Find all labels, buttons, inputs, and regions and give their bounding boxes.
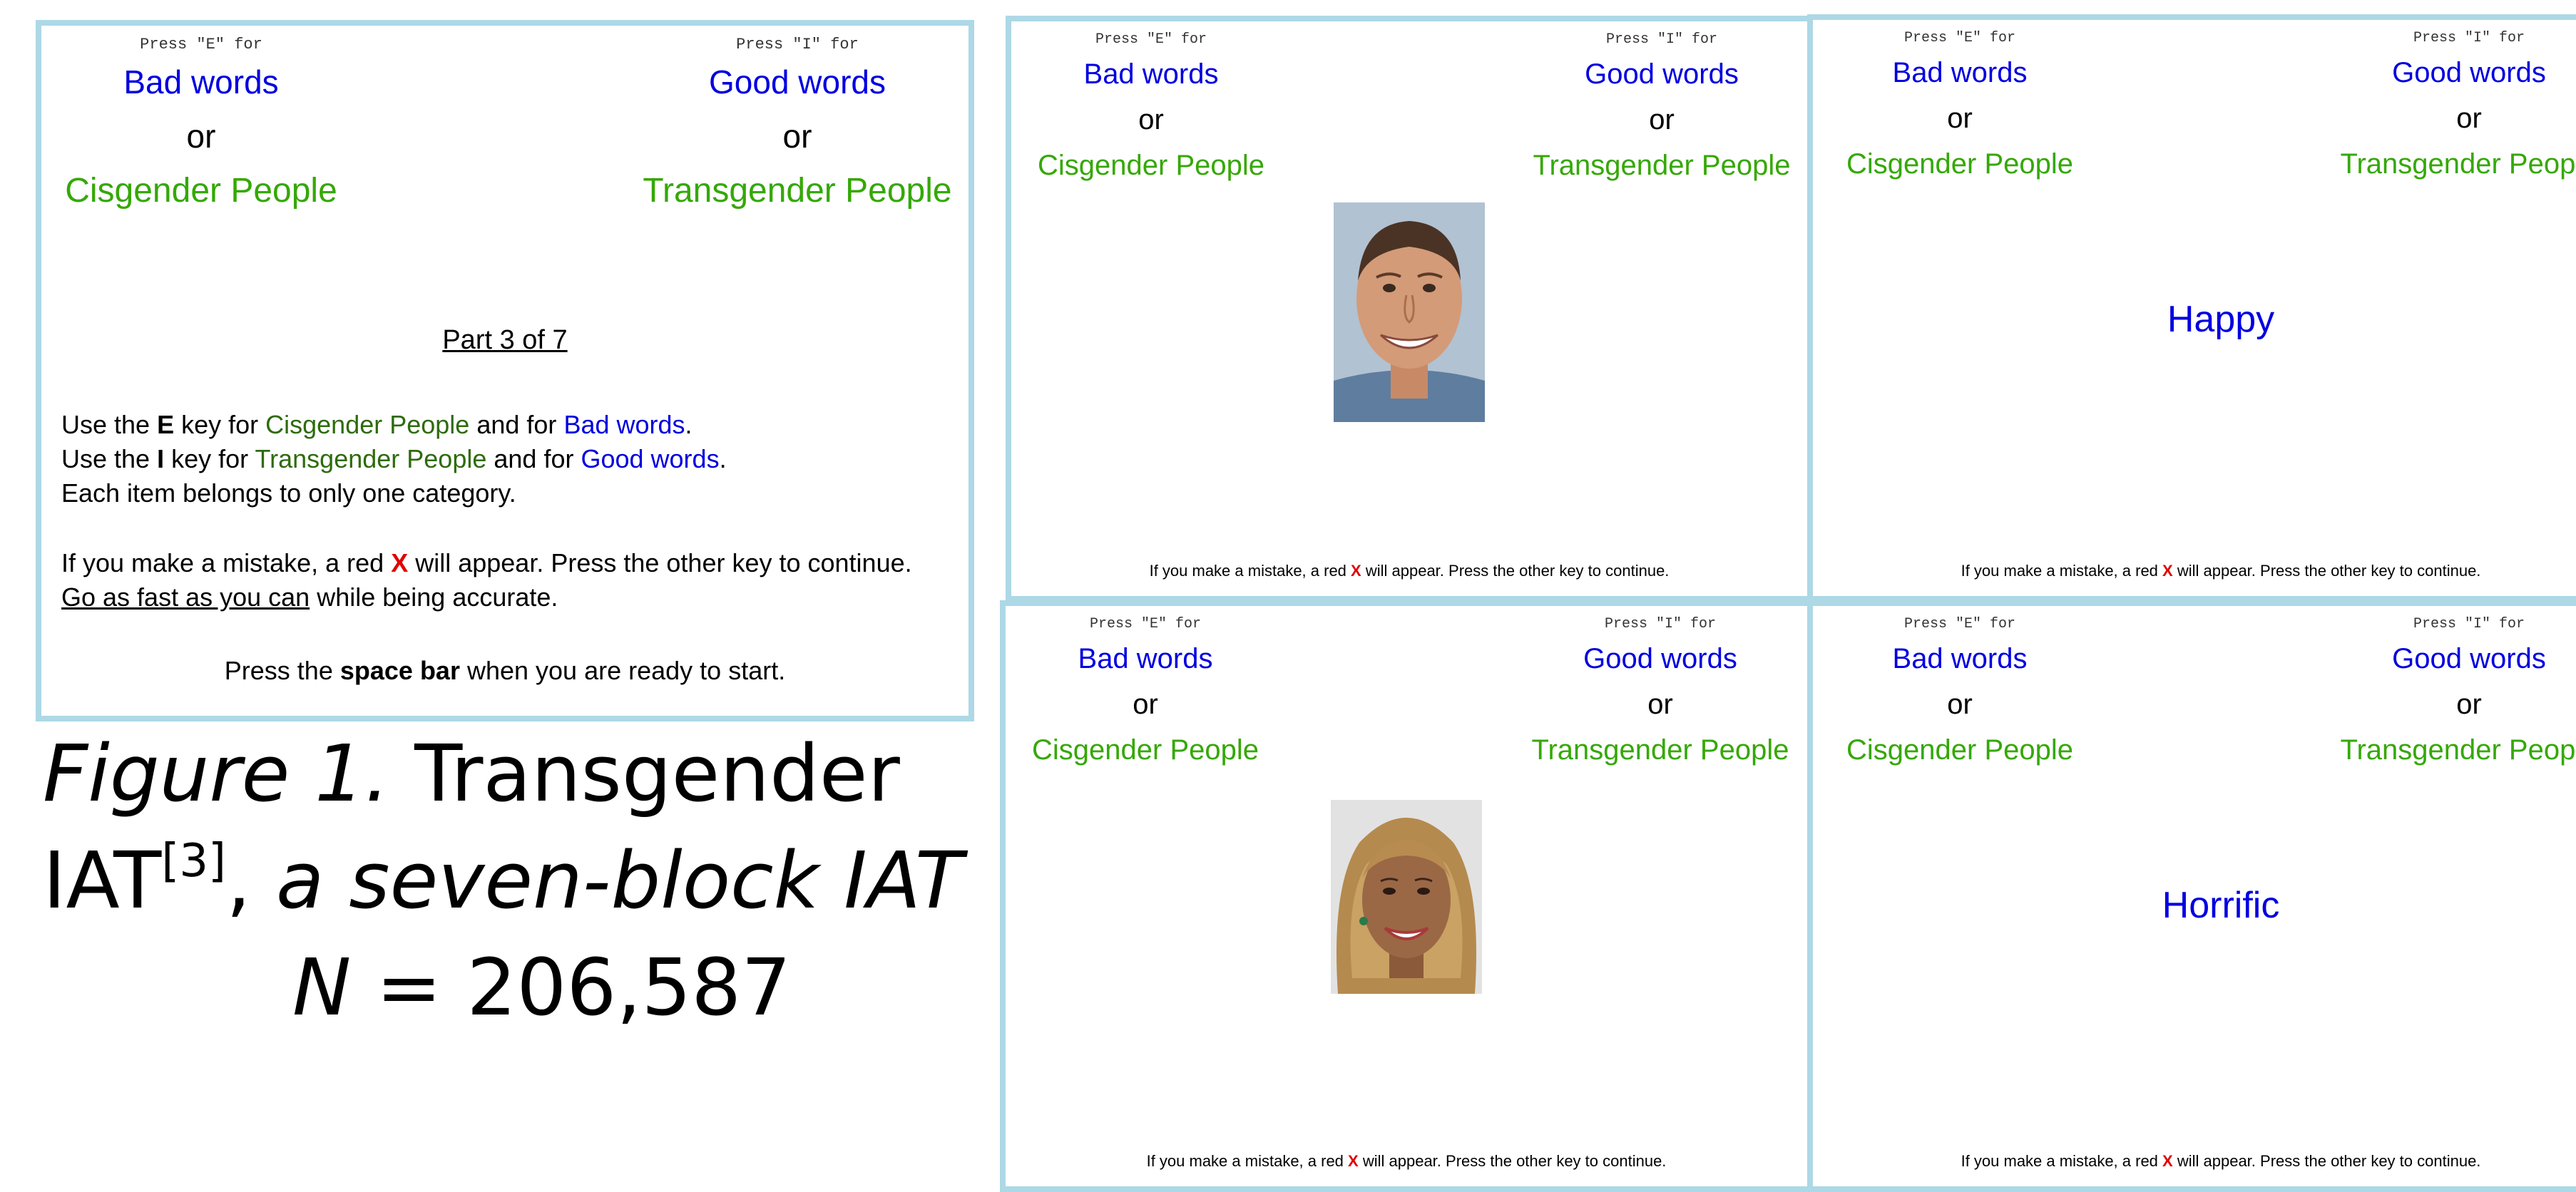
left-word-category: Bad words bbox=[1892, 643, 2028, 674]
instruction-text: Use the E key for Cisgender People and f… bbox=[61, 408, 727, 510]
left-key-hint: Press "E" for bbox=[1095, 31, 1207, 48]
instruction-line-i: Use the I key for Transgender People and… bbox=[61, 444, 727, 473]
left-group-category: Cisgender People bbox=[1038, 150, 1264, 181]
red-x-icon: X bbox=[391, 548, 409, 577]
trial-screen-face-1: Press "E" for Press "I" for Bad words Go… bbox=[1006, 16, 1813, 602]
left-or: or bbox=[1138, 104, 1164, 135]
stimulus-face-photo bbox=[1331, 800, 1482, 994]
left-key-hint: Press "E" for bbox=[1089, 616, 1202, 632]
part-indicator: Part 3 of 7 bbox=[442, 325, 568, 355]
right-key-hint: Press "I" for bbox=[1605, 31, 1718, 48]
red-x-icon: X bbox=[2162, 562, 2173, 580]
left-word-category: Bad words bbox=[1078, 643, 1213, 674]
right-or: or bbox=[2456, 689, 2482, 720]
right-word-category: Good words bbox=[2392, 643, 2546, 674]
red-x-icon: X bbox=[2162, 1152, 2173, 1170]
left-word-category: Bad words bbox=[1892, 57, 2028, 88]
figure-label: Figure 1. bbox=[43, 728, 390, 819]
caption-title-2: IAT bbox=[43, 835, 162, 926]
left-group-category: Cisgender People bbox=[1846, 734, 2073, 766]
caption-title-1: Transgender bbox=[389, 728, 900, 819]
figure-caption: Figure 1. Transgender IAT[3], a seven-bl… bbox=[43, 728, 964, 1033]
right-group-category: Transgender People bbox=[2340, 148, 2576, 180]
right-group-category: Transgender People bbox=[643, 172, 952, 210]
right-or: or bbox=[782, 118, 812, 155]
red-x-icon: X bbox=[1351, 562, 1361, 580]
mistake-reminder: If you make a mistake, a red X will appe… bbox=[1146, 1152, 1667, 1170]
mistake-reminder: If you make a mistake, a red X will appe… bbox=[1961, 1152, 2481, 1170]
right-or: or bbox=[2456, 103, 2482, 134]
stimulus-word: Happy bbox=[2167, 299, 2275, 340]
left-or: or bbox=[1133, 689, 1158, 720]
citation-ref: [3] bbox=[161, 835, 226, 888]
mistake-instructions: If you make a mistake, a red X will appe… bbox=[61, 546, 912, 615]
right-key-hint: Press "I" for bbox=[1604, 616, 1717, 632]
right-or: or bbox=[1649, 104, 1675, 135]
red-x-icon: X bbox=[1348, 1152, 1359, 1170]
instruction-line-category: Each item belongs to only one category. bbox=[61, 478, 516, 508]
stimulus-word: Horrific bbox=[2162, 885, 2280, 926]
right-word-category: Good words bbox=[708, 63, 886, 101]
left-group-category: Cisgender People bbox=[1032, 734, 1259, 766]
caption-subtitle: a seven-block IAT bbox=[275, 835, 964, 926]
right-or: or bbox=[1647, 689, 1673, 720]
left-group-category: Cisgender People bbox=[1846, 148, 2073, 180]
left-word-category: Bad words bbox=[1083, 58, 1219, 90]
instruction-line-e: Use the E key for Cisgender People and f… bbox=[61, 410, 692, 439]
right-group-category: Transgender People bbox=[1531, 734, 1789, 766]
right-word-category: Good words bbox=[1583, 643, 1737, 674]
right-word-category: Good words bbox=[2392, 57, 2546, 88]
trial-screen-word-2: Press "E" for Press "I" for Bad words Go… bbox=[1807, 600, 2576, 1192]
left-key-hint: Press "E" for bbox=[140, 36, 262, 53]
right-key-hint: Press "I" for bbox=[2413, 30, 2525, 46]
left-key-hint: Press "E" for bbox=[1903, 616, 2016, 632]
left-or: or bbox=[186, 118, 216, 155]
left-or: or bbox=[1947, 103, 1973, 134]
left-group-category: Cisgender People bbox=[65, 172, 337, 210]
right-group-category: Transgender People bbox=[1533, 150, 1791, 181]
trial-screen-face-2: Press "E" for Press "I" for Bad words Go… bbox=[1000, 600, 1813, 1192]
n-label: N bbox=[292, 942, 352, 1033]
start-prompt: Press the space bar when you are ready t… bbox=[224, 656, 786, 685]
right-word-category: Good words bbox=[1585, 58, 1739, 90]
mistake-reminder: If you make a mistake, a red X will appe… bbox=[1961, 562, 2481, 580]
left-key-hint: Press "E" for bbox=[1903, 30, 2016, 46]
left-or: or bbox=[1947, 689, 1973, 720]
speed-line: Go as fast as you can while being accura… bbox=[61, 582, 558, 612]
left-word-category: Bad words bbox=[123, 63, 279, 101]
trial-screen-word-1: Press "E" for Press "I" for Bad words Go… bbox=[1807, 14, 2576, 602]
instruction-screen: Press "E" for Press "I" for Bad words Go… bbox=[36, 20, 974, 721]
right-key-hint: Press "I" for bbox=[736, 36, 859, 53]
right-group-category: Transgender People bbox=[2340, 734, 2576, 766]
mistake-reminder: If you make a mistake, a red X will appe… bbox=[1149, 562, 1670, 580]
stimulus-face-photo bbox=[1334, 202, 1485, 422]
right-key-hint: Press "I" for bbox=[2413, 616, 2525, 632]
n-value: = 206,587 bbox=[351, 942, 792, 1033]
mistake-line: If you make a mistake, a red X will appe… bbox=[61, 548, 912, 577]
